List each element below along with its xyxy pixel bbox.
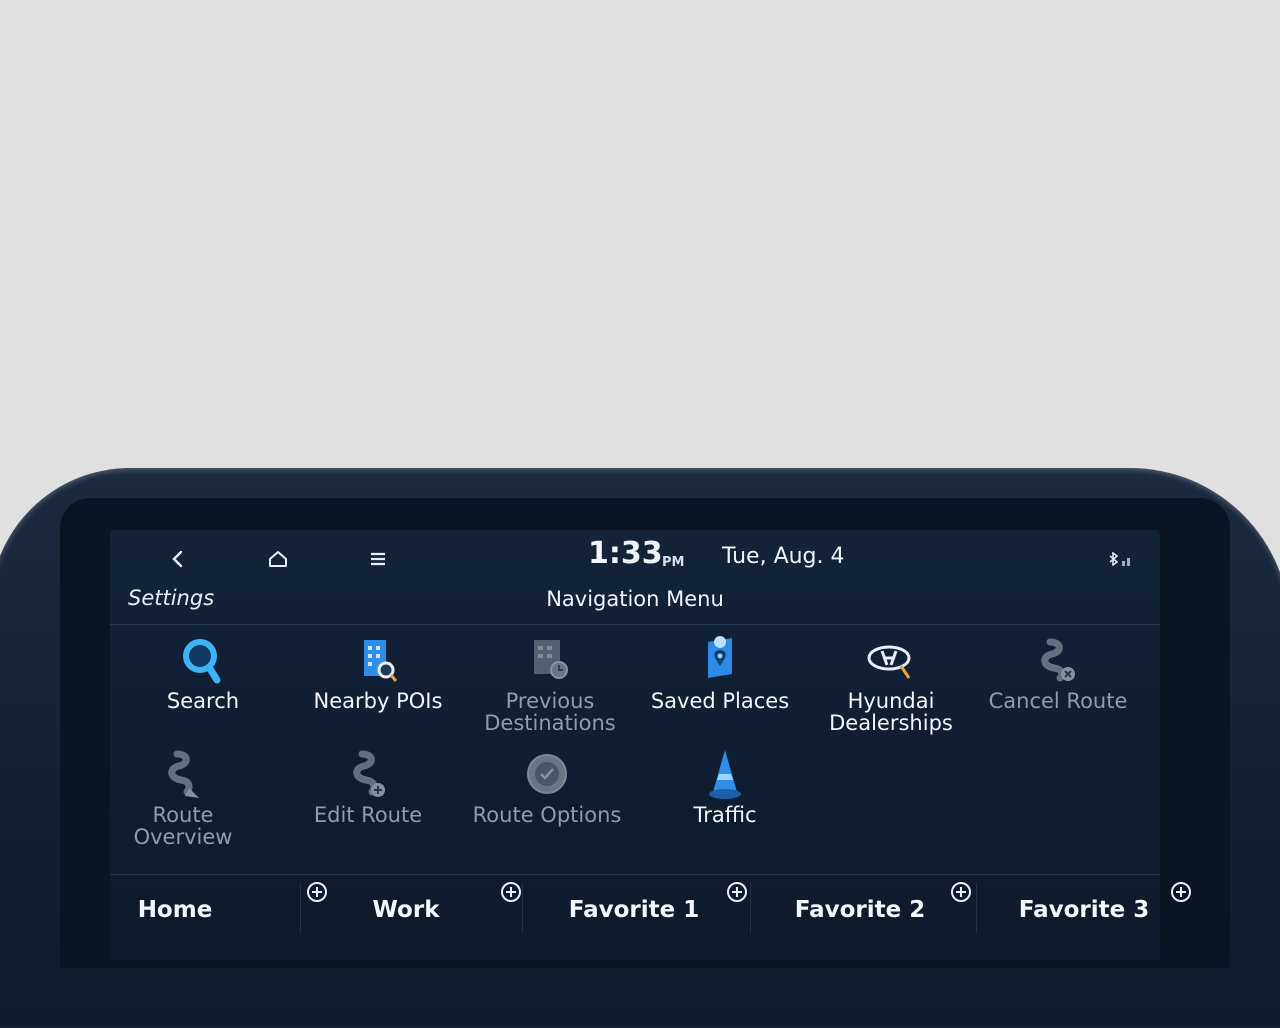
menu-item-nearby-pois[interactable]: Nearby POIs [293,634,463,712]
home-icon [269,551,287,567]
menu-item-label: Search [166,689,240,713]
status-bar: 1:33 PM Tue, Aug. 4 [110,530,1160,586]
favorite-divider [300,883,301,933]
plus-circle-icon[interactable] [500,881,522,903]
favorite-label: Favorite 3 [1018,897,1150,923]
favorite-divider [522,883,523,933]
route-options-icon [527,754,567,794]
menu-item-label: Traffic [693,803,757,827]
back-button[interactable] [158,542,198,576]
favorite-label: Work [372,897,440,923]
plus-circle-icon[interactable] [950,881,972,903]
chevron-left-icon [172,550,183,568]
menu-item-saved-places[interactable]: Saved Places [635,634,805,712]
favorite-label: Favorite 2 [794,897,926,923]
menu-item-label: Nearby POIs [313,689,443,713]
favorite-work[interactable]: Work [306,881,521,933]
clock-time: 1:33 [588,536,663,571]
menu-item-edit-route[interactable]: Edit Route [283,748,453,826]
cancel-route-icon [1041,638,1075,682]
menu-item-label: Route Options [472,803,622,827]
menu-item-label: Hyundai Dealerships [829,689,953,735]
page-title: Navigation Menu [546,587,724,611]
menu-item-search[interactable]: Search [118,634,288,712]
hyundai-dealership-icon [867,645,911,679]
favorite-1[interactable]: Favorite 1 [534,881,747,933]
menu-button[interactable] [358,542,398,576]
favorite-divider [750,883,751,933]
menu-item-label: Cancel Route [988,689,1128,713]
clock-date: Tue, Aug. 4 [722,544,845,569]
menu-item-route-options[interactable]: Route Options [462,748,632,826]
clock-ampm: PM [662,555,685,570]
favorite-home[interactable]: Home [110,881,327,933]
menu-item-cancel-route[interactable]: Cancel Route [973,634,1143,712]
nearby-pois-icon [364,640,398,682]
plus-circle-icon[interactable] [1170,881,1192,903]
route-overview-icon [168,750,199,798]
menu-item-route-overview[interactable]: Route Overview [98,748,268,848]
nav-screen: 1:33 PM Tue, Aug. 4 Settings Navigation … [110,530,1191,960]
edit-route-icon [353,750,385,797]
menu-item-label: Edit Route [313,803,423,827]
header-divider [110,624,1160,625]
favorite-label: Favorite 1 [568,897,700,923]
favorite-divider [976,883,977,933]
menu-item-label: Saved Places [650,689,790,713]
favorite-label: Home [137,897,213,923]
traffic-cone-icon [709,750,741,799]
menu-item-previous-destinations[interactable]: Previous Destinations [465,634,635,734]
favorites-bar: Home Work Favorite 1 Favorite 2 Favorite… [110,874,1191,935]
previous-destinations-icon [534,640,568,679]
saved-places-icon [708,636,732,678]
menu-item-hyundai-dealerships[interactable]: Hyundai Dealerships [806,634,976,734]
search-icon [183,639,221,684]
bluetooth-signal-icon [1108,550,1134,566]
plus-circle-icon[interactable] [726,881,748,903]
favorite-3[interactable]: Favorite 3 [984,881,1191,933]
favorite-2[interactable]: Favorite 2 [760,881,971,933]
menu-icon [371,552,385,566]
menu-item-label: Previous Destinations [484,689,616,735]
menu-item-label: Route Overview [133,803,233,849]
home-button[interactable] [258,542,298,576]
menu-item-traffic[interactable]: Traffic [640,748,810,826]
